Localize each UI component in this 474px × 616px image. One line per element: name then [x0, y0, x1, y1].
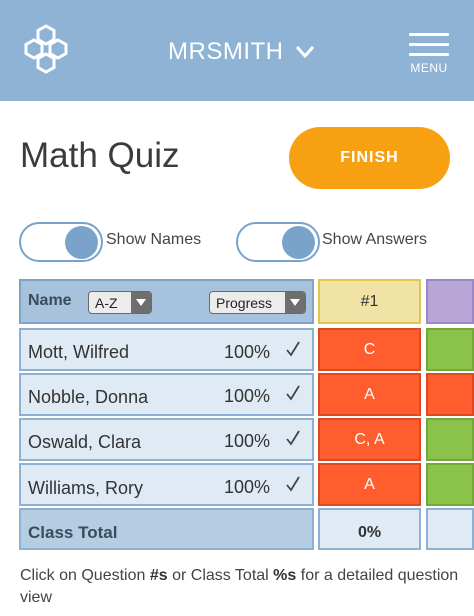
help-text-part: Click on Question: [20, 567, 150, 584]
name-column-header: Name: [28, 292, 72, 309]
answer-cell-q2[interactable]: [426, 463, 474, 506]
answer-cell-q2[interactable]: [426, 328, 474, 371]
student-progress: 100%: [224, 342, 271, 362]
help-text-part: or Class Total: [167, 567, 274, 584]
show-answers-label: Show Answers: [322, 231, 427, 248]
show-answers-toggle[interactable]: [236, 222, 320, 262]
toggle-knob: [282, 226, 315, 259]
student-name: Oswald, Clara: [28, 432, 142, 452]
answer-cell-q2[interactable]: [426, 373, 474, 416]
student-name: Williams, Rory: [28, 478, 143, 498]
class-total-label: Class Total: [28, 523, 118, 542]
question-2-header[interactable]: [426, 279, 474, 324]
toggle-knob: [65, 226, 98, 259]
class-total-cell-q2[interactable]: [426, 508, 474, 550]
student-progress: 100%: [224, 431, 271, 451]
answer-cell[interactable]: C: [318, 328, 421, 371]
help-text: Click on Question #s or Class Total %s f…: [20, 565, 460, 609]
class-total-value: 0%: [357, 524, 382, 541]
dropdown-arrow-icon: [131, 292, 151, 313]
sort-select[interactable]: A-Z: [88, 291, 152, 314]
hamburger-icon: [409, 53, 449, 56]
answer-cell[interactable]: C, A: [318, 418, 421, 461]
sort-select-value: A-Z: [95, 294, 118, 311]
chevron-down-icon: [296, 46, 315, 59]
menu-label: MENU: [410, 61, 448, 75]
user-dropdown[interactable]: MRSMITH: [168, 38, 315, 66]
check-icon: [286, 341, 300, 357]
student-name: Nobble, Donna: [28, 387, 149, 407]
hamburger-icon: [409, 33, 449, 36]
help-text-bold: #s: [149, 567, 168, 584]
page-title: Math Quiz: [20, 136, 180, 175]
answer-cell[interactable]: A: [318, 373, 421, 416]
dropdown-arrow-icon: [285, 292, 305, 313]
help-text-bold: %s: [273, 567, 297, 584]
finish-button[interactable]: FINISH: [289, 127, 450, 189]
answer-cell-q2[interactable]: [426, 418, 474, 461]
answer-cell[interactable]: A: [318, 463, 421, 506]
check-icon: [286, 385, 300, 401]
student-progress: 100%: [224, 477, 271, 497]
progress-select-value: Progress: [216, 294, 273, 311]
student-progress: 100%: [224, 386, 271, 406]
progress-select[interactable]: Progress: [209, 291, 306, 314]
username-label: MRSMITH: [168, 38, 284, 65]
hexagon-molecule-icon[interactable]: [22, 24, 70, 74]
student-name: Mott, Wilfred: [28, 342, 130, 362]
hamburger-icon: [409, 43, 449, 46]
app-header: MRSMITH MENU: [0, 0, 474, 101]
show-names-label: Show Names: [106, 231, 202, 248]
check-icon: [286, 430, 300, 446]
show-names-toggle[interactable]: [19, 222, 103, 262]
check-icon: [286, 476, 300, 492]
question-1-header[interactable]: #1: [318, 279, 421, 324]
menu-button[interactable]: MENU: [406, 33, 452, 75]
